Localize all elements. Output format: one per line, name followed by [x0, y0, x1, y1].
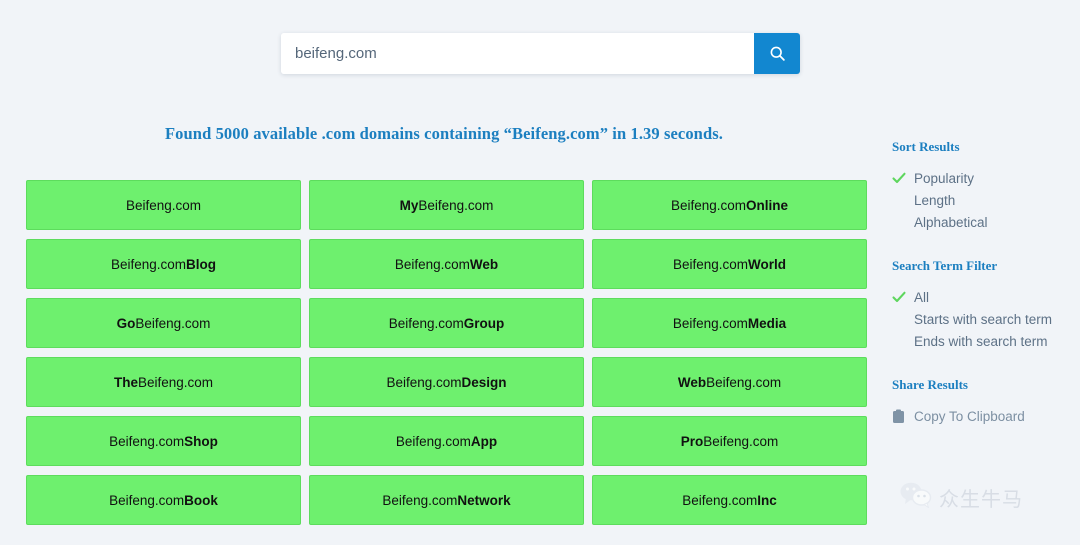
domain-card[interactable]: Beifeng.comMedia	[592, 298, 867, 348]
domain-base: Beifeng.com	[386, 375, 461, 390]
domain-suffix: Inc	[757, 493, 777, 508]
domain-suffix: Design	[462, 375, 507, 390]
domain-suffix: App	[471, 434, 497, 449]
sidebar-option-popularity[interactable]: Popularity	[892, 167, 1072, 189]
domain-suffix: Shop	[184, 434, 218, 449]
search-term-filter-heading: Search Term Filter	[892, 258, 1072, 274]
sidebar-option-length[interactable]: Length	[892, 189, 1072, 211]
domain-base: Beifeng.com	[111, 257, 186, 272]
domain-prefix: Pro	[681, 434, 704, 449]
domain-card[interactable]: WebBeifeng.com	[592, 357, 867, 407]
sidebar-option-label: Starts with search term	[912, 312, 1052, 327]
domain-card[interactable]: Beifeng.comBook	[26, 475, 301, 525]
domain-suffix: Media	[748, 316, 786, 331]
domain-card[interactable]: Beifeng.comOnline	[592, 180, 867, 230]
domain-prefix: Web	[678, 375, 706, 390]
sidebar-option-label: Length	[912, 193, 955, 208]
domain-card[interactable]: ProBeifeng.com	[592, 416, 867, 466]
search-icon	[769, 45, 786, 62]
domain-card[interactable]: Beifeng.comNetwork	[309, 475, 584, 525]
sidebar-option-ends-with-search-term[interactable]: Ends with search term	[892, 330, 1072, 352]
search-button[interactable]	[754, 33, 800, 74]
domain-card[interactable]: Beifeng.comInc	[592, 475, 867, 525]
domain-results-grid: Beifeng.comMyBeifeng.comBeifeng.comOnlin…	[26, 180, 867, 525]
domain-base: Beifeng.com	[395, 257, 470, 272]
domain-card[interactable]: MyBeifeng.com	[309, 180, 584, 230]
domain-card[interactable]: GoBeifeng.com	[26, 298, 301, 348]
sort-options-list: Popularity Length Alphabetical	[892, 167, 1072, 233]
domain-base: Beifeng.com	[671, 198, 746, 213]
domain-prefix: My	[400, 198, 419, 213]
domain-base: Beifeng.com	[135, 316, 210, 331]
domain-base: Beifeng.com	[706, 375, 781, 390]
domain-suffix: Online	[746, 198, 788, 213]
domain-suffix: Web	[470, 257, 498, 272]
domain-base: Beifeng.com	[418, 198, 493, 213]
check-icon	[892, 172, 912, 184]
check-icon	[892, 291, 912, 303]
domain-prefix: Go	[117, 316, 136, 331]
domain-suffix: World	[748, 257, 786, 272]
domain-base: Beifeng.com	[382, 493, 457, 508]
copy-to-clipboard-label: Copy To Clipboard	[912, 409, 1025, 424]
sort-results-heading: Sort Results	[892, 139, 1072, 155]
domain-base: Beifeng.com	[126, 198, 201, 213]
domain-base: Beifeng.com	[673, 316, 748, 331]
domain-card[interactable]: Beifeng.com	[26, 180, 301, 230]
copy-to-clipboard-button[interactable]: Copy To Clipboard	[892, 405, 1072, 427]
domain-base: Beifeng.com	[109, 434, 184, 449]
domain-card[interactable]: Beifeng.comApp	[309, 416, 584, 466]
clipboard-icon	[892, 409, 912, 424]
sidebar: Sort Results Popularity Length Alphabetica…	[892, 139, 1072, 427]
search-bar	[281, 33, 800, 74]
domain-card[interactable]: Beifeng.comBlog	[26, 239, 301, 289]
domain-base: Beifeng.com	[389, 316, 464, 331]
domain-suffix: Network	[457, 493, 510, 508]
domain-card[interactable]: Beifeng.comGroup	[309, 298, 584, 348]
domain-prefix: The	[114, 375, 138, 390]
sidebar-option-label: All	[912, 290, 929, 305]
share-results-heading: Share Results	[892, 377, 1072, 393]
domain-base: Beifeng.com	[682, 493, 757, 508]
domain-base: Beifeng.com	[109, 493, 184, 508]
domain-card[interactable]: Beifeng.comShop	[26, 416, 301, 466]
sidebar-option-label: Alphabetical	[912, 215, 988, 230]
domain-suffix: Blog	[186, 257, 216, 272]
results-summary: Found 5000 available .com domains contai…	[0, 124, 888, 144]
watermark: 众生牛马	[900, 482, 1023, 513]
domain-card[interactable]: TheBeifeng.com	[26, 357, 301, 407]
domain-card[interactable]: Beifeng.comWorld	[592, 239, 867, 289]
domain-base: Beifeng.com	[396, 434, 471, 449]
wechat-icon	[900, 482, 932, 513]
watermark-text: 众生牛马	[939, 483, 1023, 512]
domain-base: Beifeng.com	[673, 257, 748, 272]
domain-base: Beifeng.com	[138, 375, 213, 390]
domain-card[interactable]: Beifeng.comWeb	[309, 239, 584, 289]
domain-base: Beifeng.com	[703, 434, 778, 449]
sidebar-option-alphabetical[interactable]: Alphabetical	[892, 211, 1072, 233]
sidebar-option-all[interactable]: All	[892, 286, 1072, 308]
domain-card[interactable]: Beifeng.comDesign	[309, 357, 584, 407]
domain-suffix: Group	[464, 316, 505, 331]
domain-suffix: Book	[184, 493, 218, 508]
sidebar-option-label: Ends with search term	[912, 334, 1048, 349]
sidebar-option-label: Popularity	[912, 171, 974, 186]
sidebar-option-starts-with-search-term[interactable]: Starts with search term	[892, 308, 1072, 330]
search-input[interactable]	[281, 33, 754, 74]
filter-options-list: All Starts with search term Ends with sear…	[892, 286, 1072, 352]
